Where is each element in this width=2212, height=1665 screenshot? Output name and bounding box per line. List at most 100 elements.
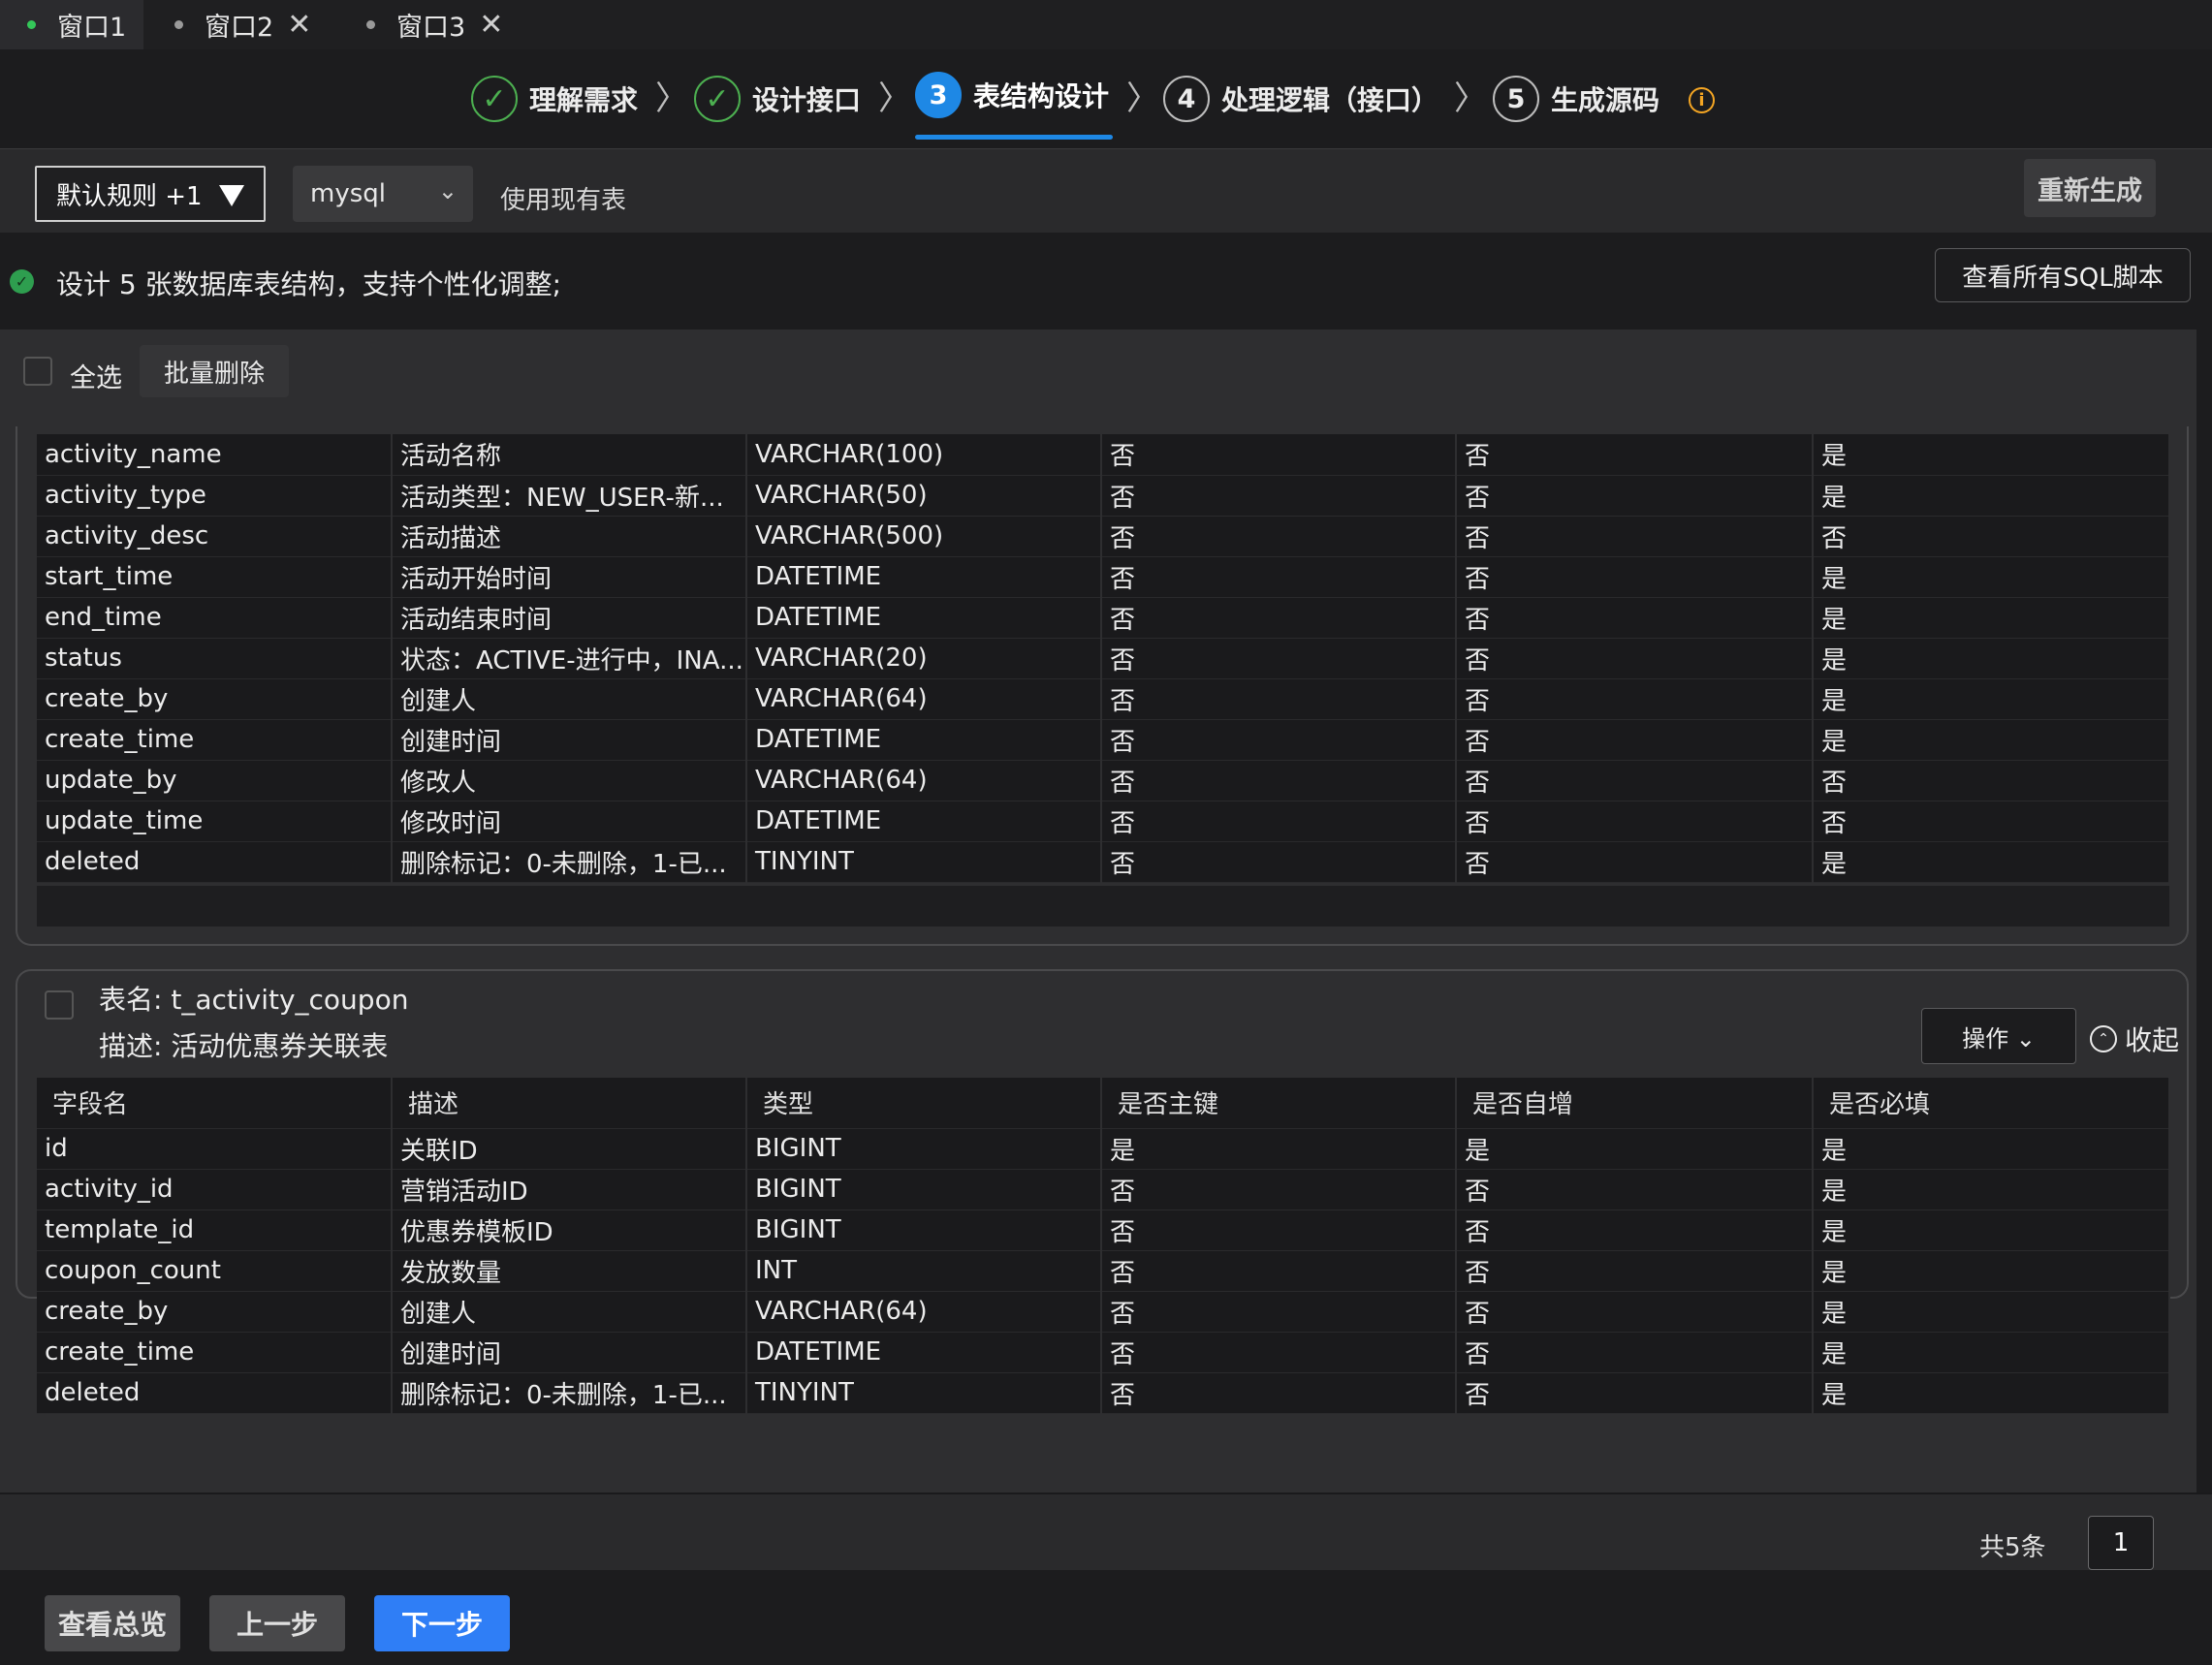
window-tab-label: 窗口3: [396, 13, 466, 43]
current-step-underline: [915, 135, 1113, 140]
table-cell: 是: [1813, 434, 2170, 476]
table-cell: 是: [1813, 556, 2170, 598]
field-table: 字段名 描述 类型 是否主键 是否自增 是否必填 id 关联ID BIGINT 是是是 activ…: [37, 1078, 2170, 1414]
table-cell: VARCHAR(64): [746, 760, 1102, 801]
table-cell: 否: [1101, 678, 1457, 720]
step-number: 5: [1493, 76, 1539, 122]
table-cell: 否: [1456, 516, 1814, 557]
table-cell: create_time: [37, 1332, 393, 1373]
active-dot-icon: [27, 20, 36, 29]
table-cell: deleted: [37, 1372, 393, 1414]
table-cell: start_time: [37, 556, 393, 598]
step-logic[interactable]: 4 处理逻辑（接口）: [1163, 69, 1438, 129]
chevron-right-icon: 〉: [655, 79, 688, 118]
previous-step-button[interactable]: 上一步: [209, 1595, 345, 1651]
table-cell: 否: [1456, 801, 1814, 842]
table-cell: 否: [1456, 1209, 1814, 1251]
table-cell: 否: [1101, 801, 1457, 842]
table-cell: VARCHAR(50): [746, 475, 1102, 517]
step-design-api[interactable]: ✓ 设计接口: [694, 69, 861, 129]
step-label: 表结构设计: [973, 80, 1110, 112]
table-row: id 关联ID BIGINT 是是是: [37, 1128, 2170, 1170]
window-tab-3[interactable]: 窗口3 ✕: [366, 0, 503, 49]
table-cell: TINYINT: [746, 841, 1102, 883]
table-cell: 否: [1101, 841, 1457, 883]
table-cell: 修改人: [392, 760, 747, 801]
table-cell: 是: [1813, 678, 2170, 720]
table-cell: DATETIME: [746, 1332, 1102, 1373]
step-label: 生成源码: [1551, 84, 1660, 116]
step-label: 处理逻辑（接口）: [1221, 84, 1439, 116]
window-tabbar: 窗口1 窗口2 ✕ 窗口3 ✕: [0, 0, 2212, 49]
table-cell: VARCHAR(20): [746, 638, 1102, 679]
table-name: 表名: t_activity_coupon: [99, 984, 409, 1016]
table-footer: [37, 886, 2169, 927]
table-cell: 活动描述: [392, 516, 747, 557]
table-row: activity_id 营销活动ID BIGINT 否否是: [37, 1169, 2170, 1210]
field-table: activity_name 活动名称 VARCHAR(100) 否否是 activity…: [37, 434, 2170, 883]
collapse-toggle[interactable]: ⌃ 收起: [2090, 1020, 2179, 1058]
table-cell: 否: [1456, 1372, 1814, 1414]
window-tab-2[interactable]: 窗口2 ✕: [174, 0, 311, 49]
view-all-sql-button[interactable]: 查看所有SQL脚本: [1935, 248, 2191, 302]
table-cell: 否: [1101, 434, 1457, 476]
use-existing-table-link[interactable]: 使用现有表: [500, 180, 626, 216]
table-cell: status: [37, 638, 393, 679]
scrollbar[interactable]: [2196, 330, 2212, 1492]
table-row: status 状态：ACTIVE-进行中，INA... VARCHAR(20) 否否是: [37, 638, 2170, 679]
table-cell: VARCHAR(64): [746, 1291, 1102, 1333]
table-cell: 删除标记：0-未删除，1-已...: [392, 841, 747, 883]
column-header: 是否主键: [1101, 1078, 1457, 1129]
table-cell: 是: [1813, 597, 2170, 639]
table-select-checkbox[interactable]: [45, 990, 74, 1020]
table-cell: BIGINT: [746, 1209, 1102, 1251]
table-cell: activity_id: [37, 1169, 393, 1210]
table-row: activity_desc 活动描述 VARCHAR(500) 否否否: [37, 516, 2170, 557]
step-understand-requirements[interactable]: ✓ 理解需求: [471, 69, 638, 129]
window-tab-label: 窗口2: [205, 13, 274, 43]
table-cell: DATETIME: [746, 801, 1102, 842]
table-cell: 否: [1456, 556, 1814, 598]
table-card-t-activity-coupon: 表名: t_activity_coupon 描述: 活动优惠券关联表 操作 ⌄ …: [16, 969, 2189, 1414]
table-cell: VARCHAR(500): [746, 516, 1102, 557]
table-cell: 是: [1813, 1169, 2170, 1210]
chevron-right-icon: 〉: [1454, 79, 1487, 118]
toolbar: 默认规则 +1 mysql ⌄ 使用现有表 重新生成: [0, 148, 2212, 233]
table-cell: 否: [1101, 1372, 1457, 1414]
table-cell: TINYINT: [746, 1372, 1102, 1414]
table-cell: 否: [1456, 434, 1814, 476]
info-icon[interactable]: i: [1689, 87, 1715, 113]
window-tab-1[interactable]: 窗口1: [0, 0, 143, 49]
view-overview-button[interactable]: 查看总览: [45, 1595, 180, 1651]
table-cell: 否: [1101, 1291, 1457, 1333]
step-table-design[interactable]: 3 表结构设计: [915, 65, 1109, 125]
table-cell: 否: [1456, 678, 1814, 720]
database-select-value: mysql: [310, 179, 386, 208]
table-cell: 创建人: [392, 678, 747, 720]
bulk-delete-button[interactable]: 批量删除: [140, 345, 289, 397]
rule-select[interactable]: 默认规则 +1: [35, 166, 266, 222]
table-cell: 否: [1456, 841, 1814, 883]
table-cell: 否: [1456, 475, 1814, 517]
next-step-button[interactable]: 下一步: [374, 1595, 510, 1651]
table-row: create_time 创建时间 DATETIME 否否是: [37, 719, 2170, 761]
step-generate-code[interactable]: 5 生成源码: [1493, 69, 1659, 129]
table-cell: 否: [1813, 801, 2170, 842]
table-cell: 是: [1813, 1209, 2170, 1251]
table-row: coupon_count 发放数量 INT 否否是: [37, 1250, 2170, 1292]
table-header-row: 字段名 描述 类型 是否主键 是否自增 是否必填: [37, 1078, 2170, 1129]
table-cell: 优惠券模板ID: [392, 1209, 747, 1251]
table-cell: activity_name: [37, 434, 393, 476]
table-cell: BIGINT: [746, 1128, 1102, 1170]
operation-dropdown[interactable]: 操作 ⌄: [1921, 1008, 2076, 1064]
page-number-button[interactable]: 1: [2088, 1516, 2154, 1570]
table-cell: 状态：ACTIVE-进行中，INA...: [392, 638, 747, 679]
regenerate-button[interactable]: 重新生成: [2024, 159, 2156, 217]
database-select[interactable]: mysql ⌄: [293, 166, 473, 222]
close-icon[interactable]: ✕: [287, 10, 311, 40]
pagination: 共5条 1: [0, 1492, 2212, 1570]
close-icon[interactable]: ✕: [479, 10, 503, 40]
table-cell: 活动开始时间: [392, 556, 747, 598]
window-tab-label: 窗口1: [57, 13, 127, 43]
select-all-checkbox[interactable]: [23, 357, 52, 386]
